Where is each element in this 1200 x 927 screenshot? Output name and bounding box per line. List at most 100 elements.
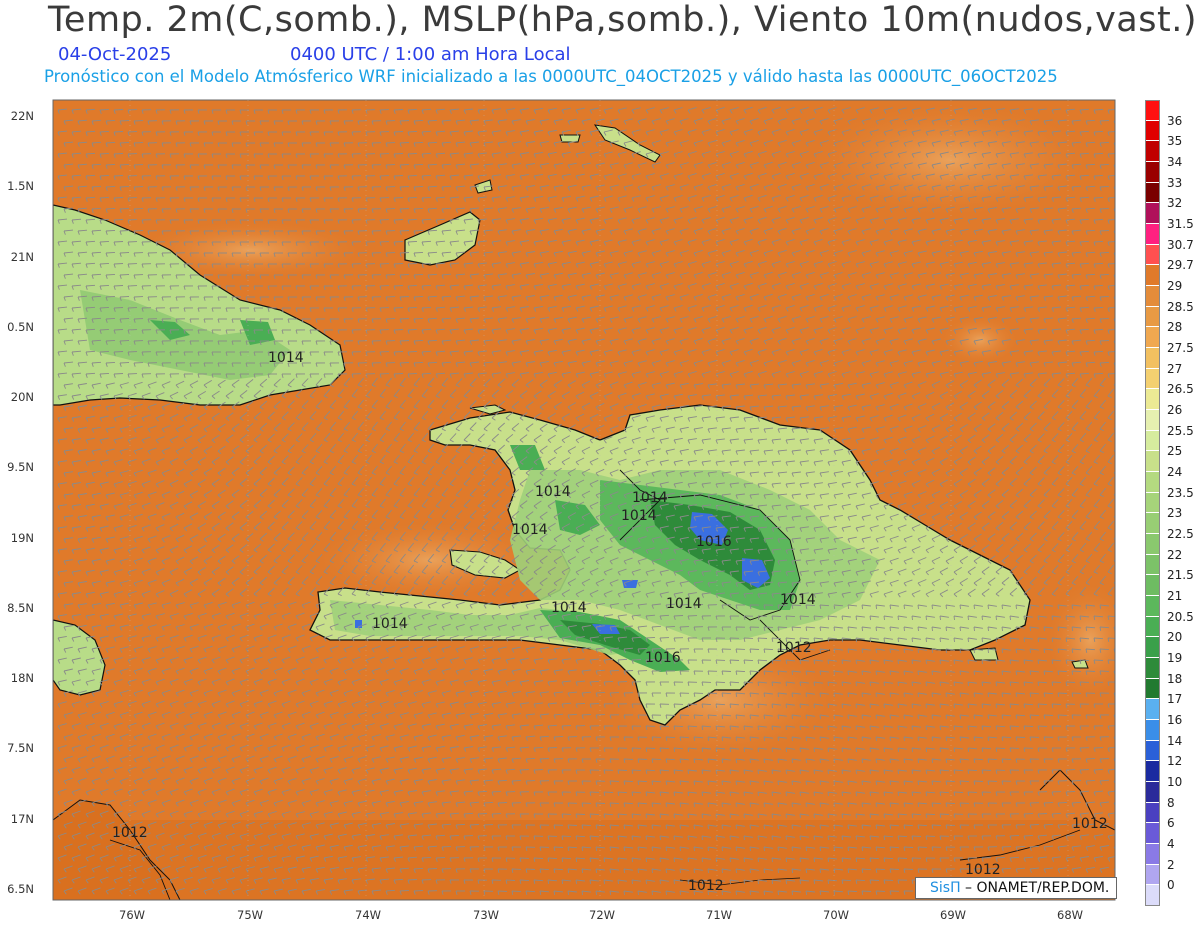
wind-barb [413,295,424,298]
wind-barb [413,251,424,254]
wind-barb [1093,152,1104,155]
wind-barb [99,152,110,155]
wind-barb [399,318,410,320]
wind-barb [99,108,110,111]
wind-barb [119,230,130,232]
wind-barb [413,207,424,210]
wind-barb [105,141,116,144]
wind-barb [407,262,418,265]
wind-barb [1099,339,1110,342]
wind-barb [99,328,110,331]
wind-barb [1099,141,1110,144]
wind-barb [399,296,410,298]
wind-barb [99,130,110,133]
wind-barb [99,306,110,309]
wind-barb [407,108,418,111]
wind-barb [113,307,124,309]
wind-barb [393,263,404,265]
wind-barb [413,119,424,122]
wind-barb [1099,317,1110,320]
wind-barb [113,285,124,287]
wind-barb [407,152,418,155]
wind-barb [105,119,116,122]
wind-barb [1099,163,1110,166]
weather-map: 1014 1014 1014 1014 1014 1014 1014 1014 … [52,99,1116,901]
wind-barb [105,251,116,254]
wind-barb [393,373,404,375]
wind-barb [105,163,116,166]
ocean-warm-area [800,100,1100,220]
wind-barb [393,329,404,331]
wind-barb [1107,373,1115,375]
wind-barb [399,362,410,364]
wind-barb [393,175,404,177]
wind-barb [393,109,404,111]
wind-barb [99,262,110,265]
small-island [559,134,581,143]
wind-barb [99,174,110,177]
wind-barb [413,361,424,364]
wind-barb [105,317,116,320]
wind-barb [407,174,418,177]
wind-barb [99,372,110,375]
wind-barb [99,240,110,243]
wind-barb [1093,262,1104,265]
wind-barb [1093,108,1104,111]
wind-barb [399,274,410,276]
wind-barb [407,196,418,199]
wind-barb [1107,263,1115,265]
wind-barb [1107,351,1115,353]
wind-barb [407,350,418,353]
wind-barb [407,328,418,331]
wind-barb [399,340,410,342]
wind-barb [1093,240,1104,243]
wind-barb [105,339,116,342]
wind-barb [105,361,116,364]
wind-barb [407,130,418,133]
wind-barb [399,230,410,232]
wind-barb [113,241,124,243]
wind-barb [113,263,124,265]
wind-barb [413,141,424,144]
wind-barb [1107,307,1115,309]
wind-barb [119,186,130,188]
wind-barb [105,273,116,276]
wind-barb [1099,207,1110,210]
wind-barb [407,372,418,375]
wind-barb [1107,153,1115,155]
wind-barb [413,229,424,232]
wind-barb [105,229,116,232]
wind-barb [1093,174,1104,177]
wind-barb [399,164,410,166]
wind-barb [119,252,130,254]
wind-barb [119,318,130,320]
wind-barb [1107,175,1115,177]
wind-barb [1093,218,1104,221]
wind-barb [113,131,124,133]
wind-barb [1107,285,1115,287]
wind-barb [1107,329,1115,331]
wind-barb [399,252,410,254]
wind-barb [1099,273,1110,276]
wind-barb [99,196,110,199]
wind-barb [413,185,424,188]
wind-barb [1099,251,1110,254]
wind-barb [413,317,424,320]
wind-barb [113,373,124,375]
wind-barb [407,240,418,243]
wind-barb [119,340,130,342]
wind-barb [407,218,418,221]
wind-barb [113,197,124,199]
wind-barb [119,164,130,166]
wind-barb [119,274,130,276]
wind-barb [113,109,124,111]
wind-barb [393,307,404,309]
wind-barb [119,208,130,210]
wind-barb [1107,109,1115,111]
wind-barb [413,273,424,276]
wind-barb [1099,361,1110,364]
wind-barb [1093,284,1104,287]
wind-barb [413,163,424,166]
wind-barb [393,153,404,155]
wind-barb [119,362,130,364]
